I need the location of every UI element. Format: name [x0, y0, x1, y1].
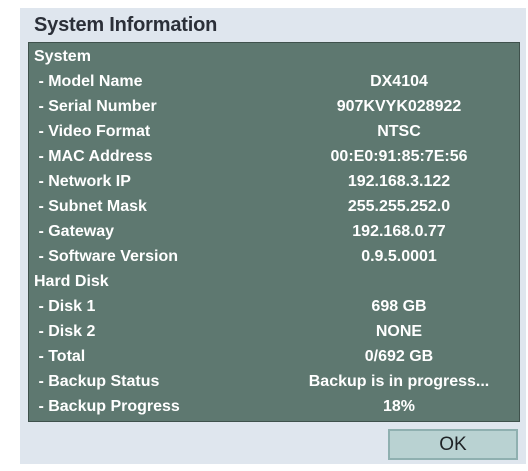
row-label: - Network IP — [34, 173, 131, 190]
info-row-total: - Total 0/692 GB — [29, 344, 519, 369]
info-row-serial-number: - Serial Number 907KVYK028922 — [29, 94, 519, 119]
system-information-dialog: System Information System - Model Name D… — [20, 8, 526, 464]
row-label: System — [34, 48, 91, 65]
row-value: 18% — [382, 398, 416, 415]
section-header-system: System — [29, 44, 519, 69]
info-row-model-name: - Model Name DX4104 — [29, 69, 519, 94]
row-value: DX4104 — [370, 73, 428, 90]
info-row-backup-status: - Backup Status Backup is in progress... — [29, 369, 519, 394]
row-value: 255.255.252.0 — [347, 198, 451, 215]
row-value: 0.9.5.0001 — [361, 248, 437, 265]
info-panel: System - Model Name DX4104 - Serial Numb… — [28, 42, 520, 422]
row-value: NTSC — [377, 123, 421, 140]
dialog-title: System Information — [34, 14, 218, 36]
info-row-software-version: - Software Version 0.9.5.0001 — [29, 244, 519, 269]
ok-button[interactable]: OK — [388, 429, 518, 460]
row-label: - Disk 1 — [34, 298, 96, 315]
row-label: - Video Format — [34, 123, 151, 140]
row-value: Backup is in progress... — [308, 373, 490, 390]
row-label: - Backup Progress — [34, 398, 180, 415]
row-label: - MAC Address — [34, 148, 153, 165]
row-value: 698 GB — [371, 298, 427, 315]
info-row-disk-2: - Disk 2 NONE — [29, 319, 519, 344]
row-label: Hard Disk — [34, 273, 109, 290]
row-label: - Subnet Mask — [34, 198, 147, 215]
info-row-network-ip: - Network IP 192.168.3.122 — [29, 169, 519, 194]
row-value: 0/692 GB — [364, 348, 434, 365]
info-row-video-format: - Video Format NTSC — [29, 119, 519, 144]
row-label: - Serial Number — [34, 98, 157, 115]
row-value: 907KVYK028922 — [336, 98, 462, 115]
row-label: - Total — [34, 348, 86, 365]
row-label: - Disk 2 — [34, 323, 96, 340]
row-label: - Software Version — [34, 248, 179, 265]
row-value: 192.168.0.77 — [352, 223, 446, 240]
row-value: 192.168.3.122 — [347, 173, 451, 190]
info-row-subnet-mask: - Subnet Mask 255.255.252.0 — [29, 194, 519, 219]
info-row-gateway: - Gateway 192.168.0.77 — [29, 219, 519, 244]
row-value: NONE — [375, 323, 423, 340]
row-label: - Backup Status — [34, 373, 160, 390]
row-label: - Model Name — [34, 73, 143, 90]
section-header-hard-disk: Hard Disk — [29, 269, 519, 294]
info-row-mac-address: - MAC Address 00:E0:91:85:7E:56 — [29, 144, 519, 169]
info-row-backup-progress: - Backup Progress 18% — [29, 394, 519, 419]
info-row-disk-1: - Disk 1 698 GB — [29, 294, 519, 319]
row-value: 00:E0:91:85:7E:56 — [330, 148, 468, 165]
row-label: - Gateway — [34, 223, 115, 240]
